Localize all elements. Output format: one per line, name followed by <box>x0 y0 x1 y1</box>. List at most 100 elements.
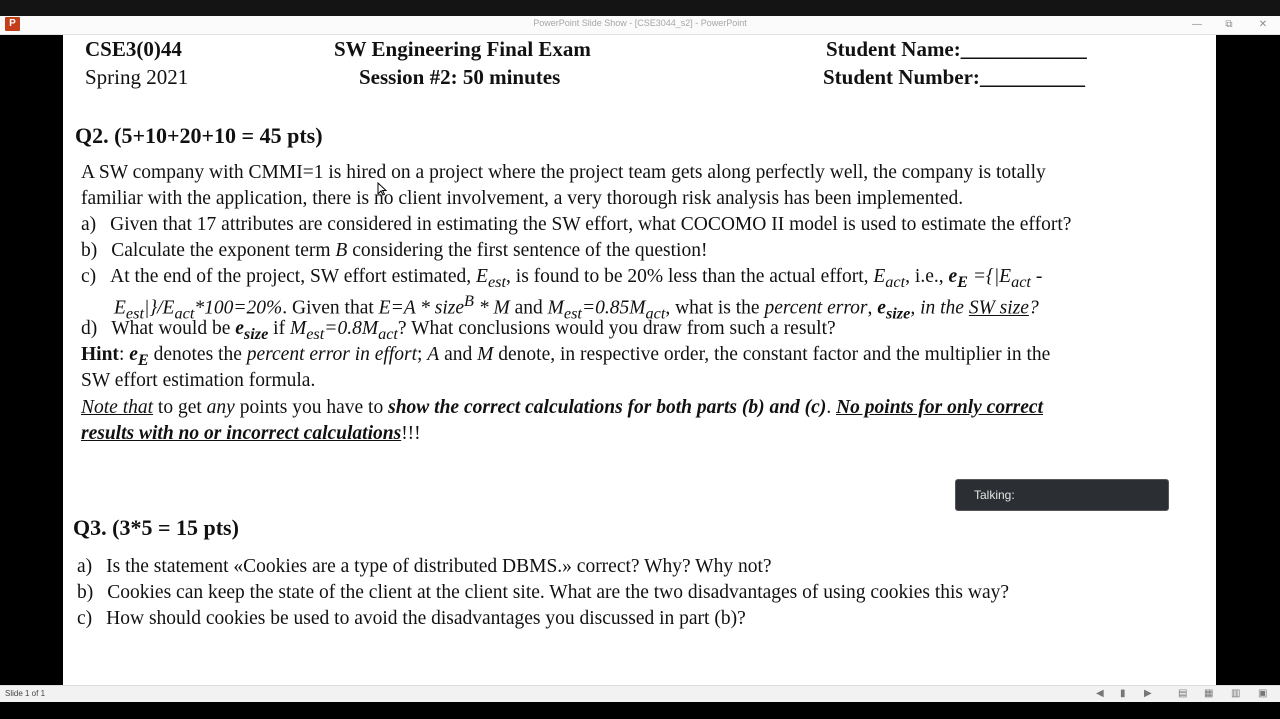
q2-c1-text: At the end of the project, SW effort est… <box>110 266 477 287</box>
minimize-button[interactable]: — <box>1182 16 1212 34</box>
q2-c2-text2: and <box>509 297 548 319</box>
student-number-field: Student Number:__________ <box>823 65 1085 90</box>
q2-d-formula: =0.8M <box>324 318 379 339</box>
mouse-cursor-icon <box>377 182 387 196</box>
status-bar: Slide 1 of 1 ◀ ▮ ▶ ▤ ▦ ▥ ▣ <box>0 685 1280 702</box>
q3-c-label: c) <box>77 608 93 629</box>
q3-heading: Q3. (3*5 = 15 pts) <box>73 515 239 540</box>
previous-icon[interactable]: ◀ <box>1096 688 1104 699</box>
hint-text1: : <box>118 344 130 365</box>
q2-c2-comma: , <box>867 297 878 319</box>
q2-c2-formula5: =0.85M <box>581 297 646 319</box>
note-text3: . <box>826 397 837 418</box>
left-letterbox <box>0 35 63 685</box>
sub-size: size <box>885 304 911 323</box>
q3-a-text: Is the statement «Cookies are a type of … <box>106 556 772 577</box>
q2-b-text-2: considering the first sentence of the qu… <box>347 240 708 261</box>
slideshow-icon[interactable]: ▣ <box>1258 688 1267 699</box>
q2-d-text1: What would be <box>111 318 236 339</box>
effort-formula: E=A * size <box>378 297 465 319</box>
right-letterbox <box>1216 35 1280 685</box>
q2-c-label: c) <box>81 266 97 287</box>
q2-c2-qmark: ? <box>1028 297 1039 319</box>
hint-var-e: e <box>129 344 138 365</box>
q2-hint-line2: SW effort estimation formula. <box>81 370 316 391</box>
next-icon[interactable]: ▶ <box>1144 688 1152 699</box>
var-e-est-2: E <box>114 297 126 319</box>
q2-heading: Q2. (5+10+20+10 = 45 pts) <box>75 123 323 148</box>
var-m-est-2: M <box>289 318 307 339</box>
slide-counter: Slide 1 of 1 <box>5 689 46 698</box>
q2-a-label: a) <box>81 214 97 235</box>
exam-title: SW Engineering Final Exam <box>334 37 591 61</box>
q2-d-label: d) <box>81 318 98 339</box>
q3-part-a: a) Is the statement «Cookies are a type o… <box>77 556 772 578</box>
student-name-blank: ____________ <box>960 37 1087 61</box>
q3-a-label: a) <box>77 556 93 577</box>
note-label: Note that <box>81 397 154 418</box>
q2-c1-text3: , i.e., <box>905 266 949 287</box>
var-m-est: M <box>547 297 564 319</box>
note-warning-2: results with no or incorrect calculation… <box>81 423 402 444</box>
q2-c2-text3: , what is the <box>665 297 765 319</box>
var-e-est: E <box>476 266 488 287</box>
sub-e: E <box>957 272 968 291</box>
sub-act-5: act <box>378 324 398 343</box>
q2-part-a: a) Given that 17 attributes are considere… <box>81 214 1071 236</box>
sup-b: B <box>464 292 474 310</box>
q2-c1-text2: , is found to be 20% less than the actua… <box>506 266 874 287</box>
hint-text4: and <box>439 344 478 365</box>
exponent-b: B <box>335 240 348 261</box>
q3-b-text: Cookies can keep the state of the client… <box>107 582 1010 603</box>
student-number-label: Student Number: <box>823 65 980 89</box>
q3-part-b: b) Cookies can keep the state of the clie… <box>77 582 1009 604</box>
restore-button[interactable]: ⧉ <box>1214 16 1244 34</box>
q2-intro-line2: familiar with the application, there is … <box>81 188 964 209</box>
sub-act: act <box>885 272 906 291</box>
hint-text2: denotes the <box>148 344 247 365</box>
sw-size-term: SW size <box>968 297 1029 319</box>
hint-sub-e: E <box>137 350 149 369</box>
q2-part-b: b) Calculate the exponent term B consider… <box>81 240 707 262</box>
q2-d-text2: if <box>268 318 290 339</box>
q2-c2-formula2: *100=20% <box>194 297 283 319</box>
note-any: any <box>206 397 235 418</box>
q2-note-line1: Note that to get any points you have to … <box>81 397 1043 419</box>
student-number-blank: __________ <box>979 65 1085 89</box>
q2-b-label: b) <box>81 240 98 261</box>
q2-hint: Hint: eE denotes the percent error in ef… <box>81 344 1050 370</box>
note-end: !!! <box>401 423 421 444</box>
q3-b-label: b) <box>77 582 94 603</box>
var-e-size: e <box>877 297 886 319</box>
q2-c2-text1: . Given that <box>282 297 379 319</box>
student-name-label: Student Name: <box>826 37 961 61</box>
top-black-bar <box>0 0 1280 16</box>
note-warning-1: No points for only correct <box>836 397 1043 418</box>
q2-c1-formula: ={|E <box>967 266 1012 287</box>
session-info: Session #2: 50 minutes <box>359 65 561 89</box>
notes-icon[interactable]: ▮ <box>1120 688 1126 699</box>
hint-var-a: A <box>427 344 440 365</box>
var-error: e <box>948 266 958 287</box>
reading-view-icon[interactable]: ▥ <box>1231 688 1240 699</box>
q2-c2-formula1: |}/E <box>143 297 175 319</box>
q3-part-c: c) How should cookies be used to avoid th… <box>77 608 746 630</box>
sub-size-2: size <box>243 324 269 343</box>
hint-label: Hint <box>81 344 119 365</box>
hint-var-m: M <box>477 344 494 365</box>
q2-c1-dash: - <box>1030 266 1043 287</box>
q2-d-text3: ? What conclusions would you draw from s… <box>397 318 836 339</box>
close-button[interactable]: ✕ <box>1248 16 1278 34</box>
student-name-field: Student Name:____________ <box>826 37 1087 62</box>
normal-view-icon[interactable]: ▤ <box>1178 688 1187 699</box>
var-e-size-2: e <box>235 318 244 339</box>
slide-sorter-icon[interactable]: ▦ <box>1204 688 1213 699</box>
var-e-act: E <box>873 266 886 287</box>
sub-act-2: act <box>1011 272 1031 291</box>
effort-formula-m: * M <box>473 297 510 319</box>
sub-est-4: est <box>306 324 325 343</box>
note-text1: to get <box>153 397 207 418</box>
q2-a-text: Given that 17 attributes are considered … <box>110 214 1072 235</box>
hint-text5: denote, in respective order, the constan… <box>493 344 1051 365</box>
slide[interactable]: CSE3(0)44 Spring 2021 SW Engineering Fin… <box>63 35 1216 685</box>
